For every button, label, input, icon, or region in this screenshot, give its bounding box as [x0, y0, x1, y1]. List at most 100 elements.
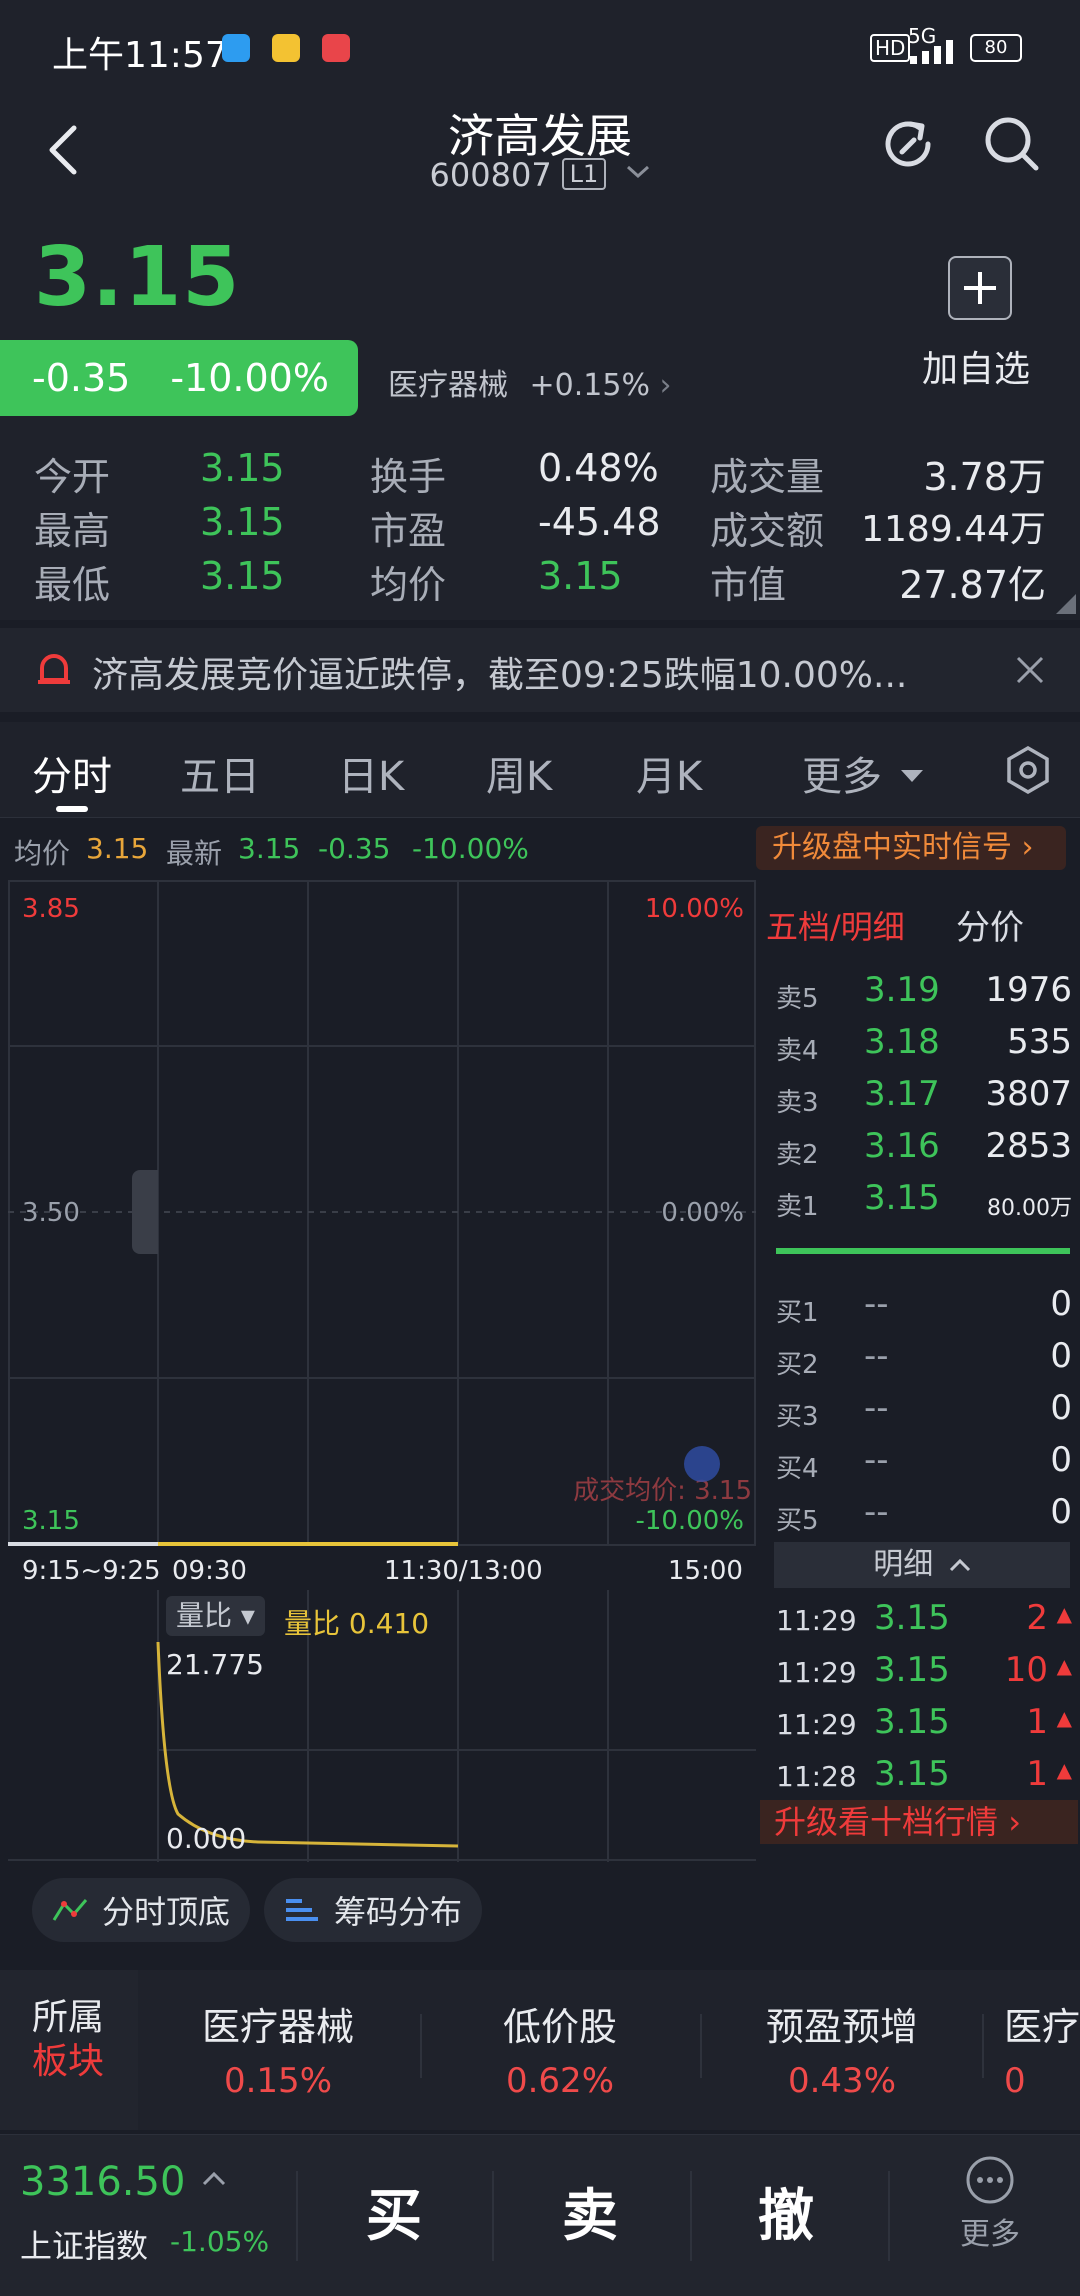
sector-name: 医疗器械	[388, 368, 508, 403]
sector-item[interactable]: 医疗 0	[1004, 1996, 1080, 2101]
up-tick-icon: ▲	[1056, 1758, 1072, 1782]
index-widget[interactable]: 3316.50	[20, 2159, 226, 2205]
divider	[296, 2171, 298, 2261]
x-label-open: 09:30	[172, 1556, 247, 1586]
plus-icon	[964, 272, 996, 304]
sector-tag[interactable]: 医疗器械 +0.15% ›	[388, 360, 672, 404]
caret-down-icon	[900, 770, 923, 782]
volume-ratio-label: 量比	[284, 1607, 341, 1640]
sector-item[interactable]: 医疗器械 0.15%	[178, 1996, 378, 2101]
tab-intraday[interactable]: 分时	[32, 744, 112, 802]
stat-value-open: 3.15	[200, 446, 285, 490]
add-favorite-label[interactable]: 加自选	[922, 340, 1030, 392]
change-bar: -0.35 -10.00%	[0, 340, 358, 416]
search-icon[interactable]	[982, 114, 1042, 174]
ask-price: 3.18	[864, 1022, 940, 1062]
signal-icon	[910, 40, 953, 64]
buy-button[interactable]: 买	[366, 2171, 422, 2252]
sector-item-change: 0	[1004, 2061, 1026, 2101]
collapse-handle[interactable]	[132, 1170, 158, 1254]
sell-button[interactable]: 卖	[562, 2171, 618, 2252]
intraday-chart[interactable]: 3.85 3.50 3.15 10.00% 0.00% -10.00% 成交均价…	[8, 880, 756, 1548]
ask-price: 3.17	[864, 1074, 940, 1114]
ask-label: 卖3	[776, 1088, 819, 1118]
volume-ratio-readout: 量比 0.410	[284, 1602, 429, 1642]
divider	[420, 2014, 422, 2078]
stat-label-high: 最高	[34, 509, 111, 553]
upgrade-signal-button[interactable]: 升级盘中实时信号 ›	[756, 826, 1066, 870]
tab-more[interactable]: 更多	[802, 744, 923, 802]
bid-label: 买5	[776, 1506, 819, 1536]
cancel-order-button[interactable]: 撤	[758, 2171, 814, 2252]
alert-banner[interactable]: 济高发展竞价逼近跌停，截至09:25跌幅10.00%...	[0, 628, 1080, 712]
order-book: 五档/明细 分价 卖5 3.19 1976 卖4 3.18 535 卖3 3.17 3807…	[760, 880, 1080, 1844]
ask-volume: 80.00万	[987, 1196, 1072, 1221]
add-favorite-button[interactable]	[948, 256, 1012, 320]
divider	[888, 2171, 890, 2261]
upgrade-ten-level-button[interactable]: 升级看十档行情 ›	[760, 1800, 1078, 1844]
divider	[982, 2014, 984, 2078]
refresh-icon[interactable]	[880, 114, 940, 174]
ask-row-5: 卖5 3.19 1976	[776, 970, 1072, 1020]
tab-weekly-k[interactable]: 周K	[486, 744, 552, 802]
ask-row-3: 卖3 3.17 3807	[776, 1074, 1072, 1124]
sector-item[interactable]: 预盈预增 0.43%	[742, 1996, 942, 2101]
more-menu-button[interactable]: 更多	[940, 2155, 1040, 2253]
ask-price: 3.19	[864, 970, 940, 1010]
stat-label-pe: 市盈	[370, 509, 447, 553]
trade-volume: 2	[1026, 1598, 1048, 1638]
info-avg-value: 3.15	[86, 832, 149, 865]
bottom-trade-bar: 3316.50 上证指数 -1.05% 买 卖 撤 更多	[0, 2134, 1080, 2296]
sector-item[interactable]: 低价股 0.62%	[460, 1996, 660, 2101]
sector-item-change: 0.62%	[505, 2061, 614, 2101]
bid-price: --	[864, 1492, 889, 1532]
bid-volume: 0	[1050, 1492, 1072, 1532]
close-icon[interactable]	[1014, 654, 1046, 686]
ask-label: 卖2	[776, 1140, 819, 1170]
trade-price: 3.15	[874, 1702, 950, 1742]
chip-distribution-chip[interactable]: 筹码分布	[264, 1878, 483, 1942]
volume-ratio-chart[interactable]: 量比 ▾ 量比 0.410 21.775 0.000	[8, 1590, 756, 1862]
stock-code: 600807	[429, 156, 552, 194]
x-label-close: 15:00	[668, 1556, 743, 1586]
detail-toggle[interactable]: 明细	[774, 1542, 1070, 1588]
stat-value-amount: 1189.44万	[861, 509, 1046, 550]
detail-toggle-label: 明细	[873, 1547, 934, 1582]
chart-grid	[8, 880, 756, 1546]
info-avg-label: 均价	[14, 837, 71, 870]
tab-more-label: 更多	[802, 754, 882, 800]
corner-expand-icon[interactable]	[1056, 594, 1076, 614]
intraday-top-bottom-chip[interactable]: 分时顶底	[32, 1878, 251, 1942]
ask-row-2: 卖2 3.16 2853	[776, 1126, 1072, 1176]
stat-label-avg: 均价	[370, 563, 447, 607]
stat-label-market-cap: 市值	[710, 563, 787, 607]
price-change: -0.35	[32, 356, 131, 400]
info-latest-label: 最新	[166, 837, 223, 870]
up-tick-icon: ▲	[1056, 1654, 1072, 1678]
tab-monthly-k[interactable]: 月K	[636, 744, 702, 802]
chart-tabs: 分时 五日 日K 周K 月K 更多	[0, 722, 1080, 818]
trade-time: 11:29	[776, 1656, 857, 1689]
ask-row-4: 卖4 3.18 535	[776, 1022, 1072, 1072]
quote-panel: 3.15 -0.35 -10.00% 医疗器械 +0.15% › 加自选 今开 …	[0, 210, 1080, 620]
ask-label: 卖5	[776, 984, 819, 1014]
bid-row-1: 买1 -- 0	[776, 1284, 1072, 1334]
stat-label-volume: 成交量	[710, 455, 825, 499]
bid-price: --	[864, 1336, 889, 1376]
ask-volume: 535	[1007, 1022, 1072, 1062]
stat-value-volume: 3.78万	[923, 455, 1046, 499]
tab-level5-detail[interactable]: 五档/明细	[766, 902, 905, 948]
tab-price-distribution[interactable]: 分价	[956, 900, 1024, 949]
chevron-up-icon	[203, 2171, 226, 2186]
crosshair-toggle-icon[interactable]	[684, 1446, 720, 1482]
settings-hex-icon[interactable]	[1006, 746, 1050, 794]
status-bar: 上午11:57 HD 5G 80	[0, 0, 1080, 100]
tab-daily-k[interactable]: 日K	[338, 744, 404, 802]
alarm-icon	[38, 654, 70, 684]
divider	[700, 2014, 702, 2078]
volume-ratio-value: 0.410	[348, 1607, 430, 1640]
tab-five-day[interactable]: 五日	[180, 744, 260, 802]
indicator-selector[interactable]: 量比 ▾	[166, 1596, 265, 1636]
pct-label-mid: 0.00%	[661, 1198, 744, 1228]
level-badge: L1	[561, 158, 607, 190]
